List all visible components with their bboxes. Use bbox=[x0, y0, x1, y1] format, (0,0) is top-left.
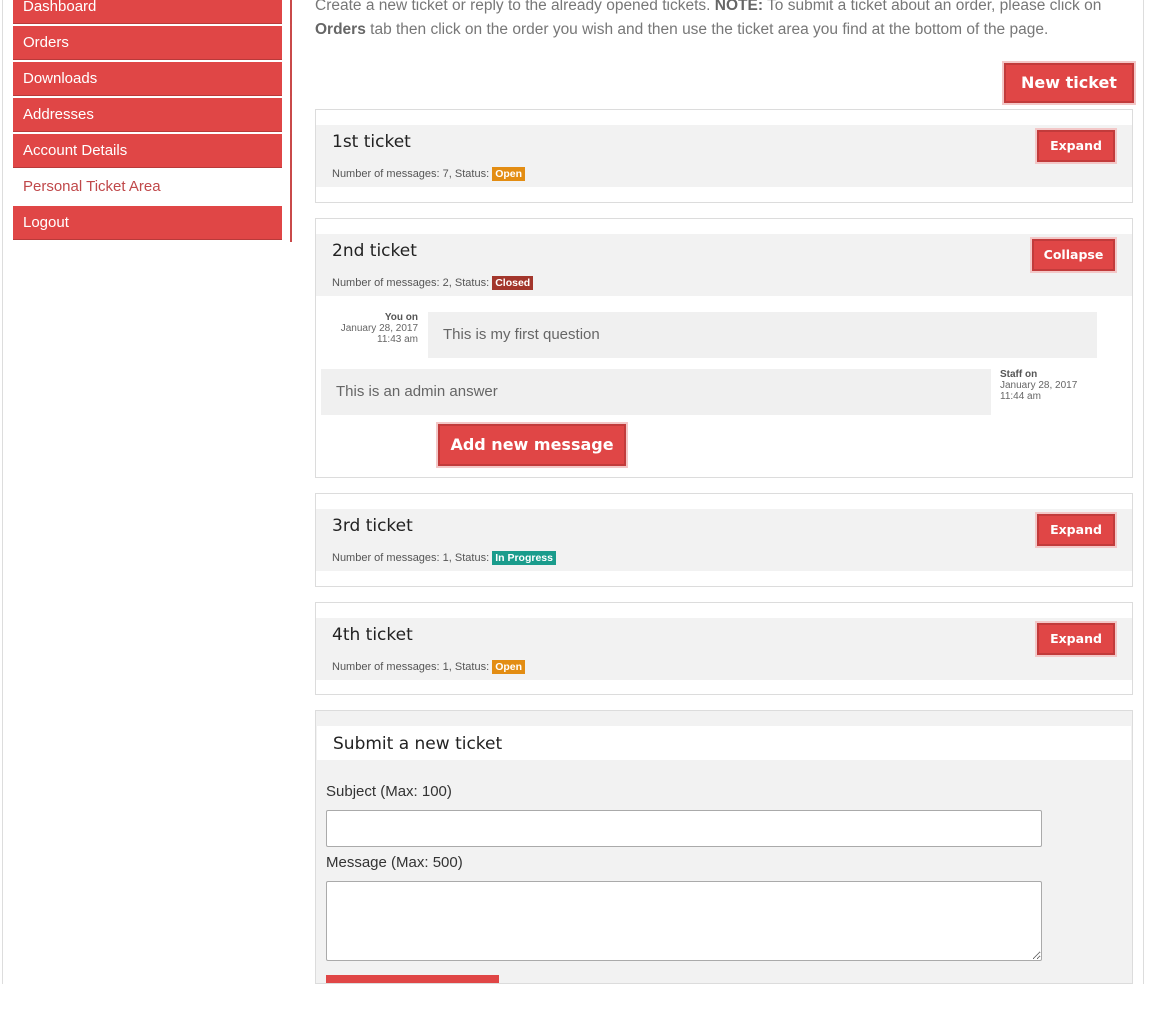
submit-ticket-form: Submit a new ticket Subject (Max: 100) M… bbox=[315, 710, 1133, 984]
ticket-title: 3rd ticket bbox=[332, 516, 413, 536]
status-prefix: , Status: bbox=[448, 661, 493, 673]
form-title-bar: Submit a new ticket bbox=[317, 726, 1131, 760]
add-new-message-button[interactable]: Add new message bbox=[438, 424, 626, 466]
ticket-title: 4th ticket bbox=[332, 625, 413, 645]
intro-orders: Orders bbox=[315, 21, 366, 38]
expand-button[interactable]: Expand bbox=[1037, 514, 1115, 546]
message-meta-staff: Staff on January 28, 2017 11:44 am bbox=[1000, 369, 1100, 402]
submit-ticket-button[interactable] bbox=[326, 975, 499, 983]
page-border-left bbox=[2, 0, 3, 984]
message-time: 11:43 am bbox=[377, 334, 418, 345]
ticket-card: 4th ticket Number of messages: 1, Status… bbox=[315, 602, 1133, 695]
expand-button[interactable]: Expand bbox=[1037, 130, 1115, 162]
message-label: Message (Max: 500) bbox=[326, 854, 463, 871]
status-prefix: , Status: bbox=[448, 552, 493, 564]
intro-part-3: tab then click on the order you wish and… bbox=[365, 21, 1049, 38]
intro-text: Create a new ticket or reply to the alre… bbox=[315, 0, 1125, 42]
sidebar-item-dashboard[interactable]: Dashboard bbox=[13, 0, 282, 24]
ticket-meta: Number of messages: 2, Status: Closed bbox=[332, 276, 534, 290]
ticket-meta: Number of messages: 1, Status: In Progre… bbox=[332, 551, 556, 565]
message-textarea[interactable] bbox=[326, 881, 1042, 961]
message-bubble-staff: This is an admin answer bbox=[321, 369, 991, 415]
message-author: You on bbox=[384, 312, 418, 323]
ticket-card: 3rd ticket Number of messages: 1, Status… bbox=[315, 493, 1133, 587]
sidebar-item-account-details[interactable]: Account Details bbox=[13, 134, 282, 168]
ticket-header: 2nd ticket Number of messages: 2, Status… bbox=[316, 234, 1132, 296]
ticket-header: 4th ticket Number of messages: 1, Status… bbox=[316, 618, 1132, 680]
message-time: 11:44 am bbox=[1000, 391, 1041, 402]
status-badge: Open bbox=[492, 660, 526, 674]
subject-input[interactable] bbox=[326, 810, 1042, 847]
sidebar-item-addresses[interactable]: Addresses bbox=[13, 98, 282, 132]
ticket-meta: Number of messages: 7, Status: Open bbox=[332, 167, 526, 181]
status-badge: Closed bbox=[492, 276, 534, 290]
sidebar-divider bbox=[290, 0, 292, 242]
status-prefix: , Status: bbox=[448, 277, 493, 289]
intro-note: NOTE: bbox=[714, 0, 763, 14]
status-badge: In Progress bbox=[492, 551, 556, 565]
status-prefix: , Status: bbox=[448, 168, 493, 180]
sidebar-item-logout[interactable]: Logout bbox=[13, 206, 282, 240]
meta-prefix: Number of messages: bbox=[332, 552, 443, 564]
ticket-title: 1st ticket bbox=[332, 132, 411, 152]
meta-prefix: Number of messages: bbox=[332, 168, 443, 180]
ticket-meta: Number of messages: 1, Status: Open bbox=[332, 660, 526, 674]
ticket-header: 3rd ticket Number of messages: 1, Status… bbox=[316, 509, 1132, 571]
intro-part-2: To submit a ticket about an order, pleas… bbox=[763, 0, 1102, 14]
message-date: January 28, 2017 bbox=[340, 323, 418, 334]
message-date: January 28, 2017 bbox=[1000, 380, 1078, 391]
ticket-title: 2nd ticket bbox=[332, 241, 417, 261]
message-bubble-user: This is my first question bbox=[428, 312, 1097, 358]
ticket-card: 1st ticket Number of messages: 7, Status… bbox=[315, 109, 1133, 203]
form-title: Submit a new ticket bbox=[333, 734, 503, 754]
sidebar-item-personal-ticket-area[interactable]: Personal Ticket Area bbox=[13, 170, 282, 204]
account-sidebar: Dashboard Orders Downloads Addresses Acc… bbox=[13, 0, 282, 242]
subject-label: Subject (Max: 100) bbox=[326, 783, 452, 800]
sidebar-item-downloads[interactable]: Downloads bbox=[13, 62, 282, 96]
collapse-button[interactable]: Collapse bbox=[1032, 239, 1115, 271]
meta-prefix: Number of messages: bbox=[332, 277, 443, 289]
meta-prefix: Number of messages: bbox=[332, 661, 443, 673]
status-badge: Open bbox=[492, 167, 526, 181]
new-ticket-button[interactable]: New ticket bbox=[1004, 63, 1134, 103]
message-author: Staff on bbox=[1000, 369, 1038, 380]
expand-button[interactable]: Expand bbox=[1037, 623, 1115, 655]
sidebar-item-orders[interactable]: Orders bbox=[13, 26, 282, 60]
message-meta-user: You on January 28, 2017 11:43 am bbox=[338, 312, 418, 345]
ticket-header: 1st ticket Number of messages: 7, Status… bbox=[316, 125, 1132, 187]
intro-part-1: Create a new ticket or reply to the alre… bbox=[315, 0, 715, 14]
ticket-card: 2nd ticket Number of messages: 2, Status… bbox=[315, 218, 1133, 478]
page-border-right bbox=[1143, 0, 1144, 984]
